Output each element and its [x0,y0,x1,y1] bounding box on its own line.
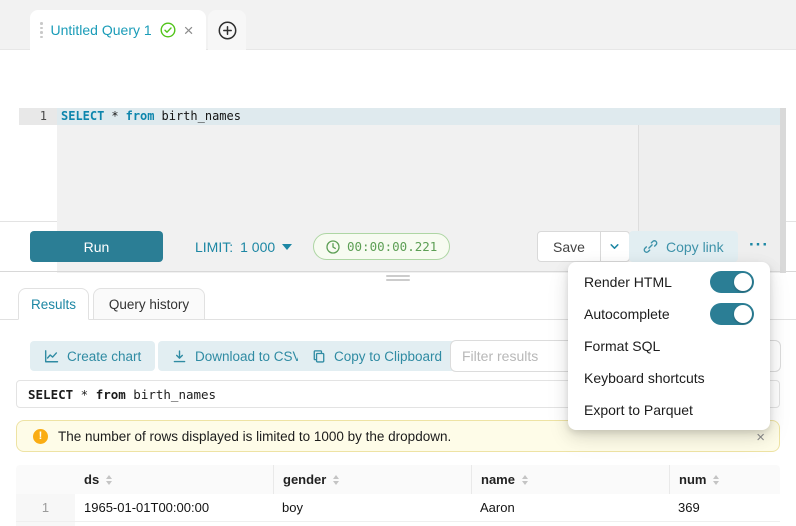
sql-star: * [81,387,89,402]
warning-icon: ! [33,429,48,444]
menu-item-label: Render HTML [584,274,672,290]
sort-icon[interactable] [713,475,719,485]
copy-link-button[interactable]: Copy link [629,231,738,262]
copy-clipboard-label: Copy to Clipboard [334,349,442,364]
tab-query-history[interactable]: Query history [93,288,205,320]
cell-name: Aaron [471,494,669,521]
plus-circle-icon [218,21,237,40]
cell-gender: boy [273,494,471,521]
table-row-partial [16,522,780,526]
create-chart-button[interactable]: Create chart [30,341,155,371]
query-tab-active[interactable]: Untitled Query 1 × [30,10,206,50]
column-label: num [679,472,706,487]
editor-line-number: 1 [19,108,57,125]
chart-icon [44,349,59,364]
create-chart-label: Create chart [67,349,141,364]
sql-keyword: SELECT [61,109,104,123]
row-index-cell: 1 [16,494,75,521]
column-header-gender[interactable]: gender [273,465,471,494]
menu-item-label: Autocomplete [584,306,670,322]
menu-item-keyboard-shortcuts[interactable]: Keyboard shortcuts [572,362,766,394]
sort-icon[interactable] [106,475,112,485]
alert-message: The number of rows displayed is limited … [58,429,451,444]
menu-item-autocomplete[interactable]: Autocomplete [572,298,766,330]
menu-item-label: Keyboard shortcuts [584,370,705,386]
download-csv-button[interactable]: Download to CSV [158,341,316,371]
download-csv-label: Download to CSV [195,349,302,364]
pane-resize-handle[interactable] [386,275,410,283]
table-row[interactable]: 1 1965-01-01T00:00:00 boy Aaron 369 [16,494,780,522]
menu-item-render-html[interactable]: Render HTML [572,266,766,298]
cell-ds: 1965-01-01T00:00:00 [75,494,273,521]
sql-keyword: SELECT [28,387,73,402]
query-tab-bar: Untitled Query 1 × [0,0,796,50]
editor-scrollbar[interactable] [780,108,786,273]
copy-clipboard-button[interactable]: Copy to Clipboard [298,341,456,371]
column-label: ds [84,472,99,487]
clock-icon [326,240,340,254]
save-options-caret[interactable] [600,232,629,261]
sort-icon[interactable] [333,475,339,485]
menu-item-format-sql[interactable]: Format SQL [572,330,766,362]
limit-dropdown[interactable]: LIMIT: 1 000 [195,231,292,262]
elapsed-time: 00:00:00.221 [347,239,437,254]
tab-results[interactable]: Results [18,288,89,320]
add-tab-button[interactable] [208,10,246,50]
limit-label: LIMIT: [195,239,233,255]
download-icon [172,349,187,364]
run-button[interactable]: Run [30,231,163,262]
table-header-row: ds gender name num [16,465,780,494]
column-label: name [481,472,515,487]
autocomplete-toggle[interactable] [710,303,754,325]
elapsed-timer-badge: 00:00:00.221 [313,233,450,260]
save-split-button: Save [537,231,630,262]
copy-icon [312,349,326,364]
column-header-ds[interactable]: ds [75,465,273,494]
link-icon [643,239,658,254]
save-button[interactable]: Save [538,232,600,261]
column-header-num[interactable]: num [669,465,780,494]
sql-lab-page: Untitled Query 1 × 1 SELECT * from birth_na… [0,0,796,526]
alert-close-icon[interactable]: × [756,429,765,446]
cell-num: 369 [669,494,780,521]
results-table: ds gender name num 1 1965-01-01T00:00:00… [16,465,780,526]
drag-handle-icon[interactable] [40,22,43,38]
sql-keyword: from [96,387,126,402]
sql-table-name: birth_names [133,387,216,402]
row-index-header [16,465,75,494]
sort-icon[interactable] [522,475,528,485]
column-header-name[interactable]: name [471,465,669,494]
more-menu-button[interactable]: ··· [749,229,769,260]
sql-editor[interactable]: 1 SELECT * from birth_names [0,51,796,222]
check-circle-icon [160,22,176,38]
menu-item-label: Format SQL [584,338,660,354]
more-options-menu: Render HTML Autocomplete Format SQL Keyb… [568,262,770,430]
query-tab-label: Untitled Query 1 [51,22,152,38]
menu-item-export-parquet[interactable]: Export to Parquet [572,394,766,426]
editor-code-line[interactable]: SELECT * from birth_names [61,108,241,125]
sql-table-name: birth_names [162,109,241,123]
close-tab-icon[interactable]: × [184,22,194,39]
sql-star: * [111,109,118,123]
sql-keyword: from [126,109,155,123]
column-label: gender [283,472,326,487]
render-html-toggle[interactable] [710,271,754,293]
limit-value: 1 000 [240,239,275,255]
copy-link-label: Copy link [666,239,724,255]
row-index-cell [16,522,75,526]
caret-down-icon [282,244,292,250]
menu-item-label: Export to Parquet [584,402,693,418]
